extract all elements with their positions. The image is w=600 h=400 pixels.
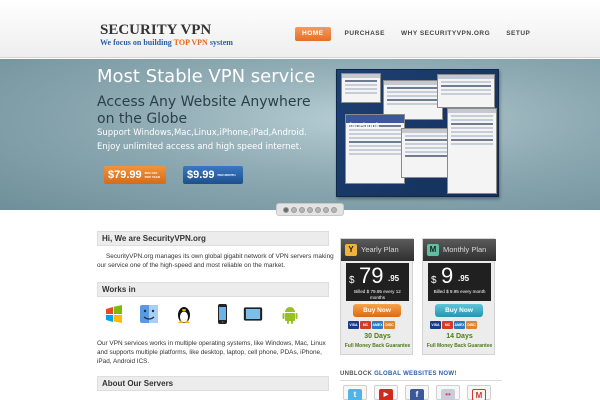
- mastercard-icon: MC: [360, 321, 371, 329]
- slide-dot[interactable]: [331, 206, 337, 213]
- monthly-price-button[interactable]: $9.99 PER MONTH: [183, 166, 243, 184]
- guarantee-days: 14 Days: [446, 333, 473, 340]
- linux-tux-icon: [178, 307, 190, 323]
- slide-dot[interactable]: [307, 206, 313, 213]
- screenshot-window: [341, 73, 381, 103]
- visa-icon: VISA: [348, 321, 359, 329]
- plan-price: 79: [359, 263, 384, 288]
- guarantee-text: Full Money Back Guarantee: [344, 343, 411, 349]
- youtube-icon[interactable]: ▶: [374, 385, 398, 400]
- guarantee-days: 30 Days: [364, 333, 391, 340]
- slide-dot[interactable]: [299, 206, 305, 213]
- plan-name: Monthly Plan: [443, 245, 487, 254]
- about-text: SecurityVPN.org manages its own global g…: [97, 253, 334, 269]
- slider-pagination: [276, 203, 344, 216]
- yearly-price-note: 80% OFF PER YEAR: [144, 171, 160, 179]
- os-icon-row: [104, 303, 304, 333]
- buy-now-button[interactable]: Buy Now: [435, 304, 483, 317]
- plan-badge: Y: [345, 244, 357, 256]
- yearly-price-button[interactable]: $79.99 80% OFF PER YEAR: [104, 166, 166, 184]
- hero-subtitle: Access Any Website Anywhere on the Globe: [97, 94, 311, 127]
- page: SECURITY VPN We focus on building TOP VP…: [0, 0, 600, 400]
- hero-banner: Most Stable VPN service Access Any Websi…: [0, 59, 600, 210]
- nav-setup[interactable]: SETUP: [498, 27, 538, 41]
- slide-dot[interactable]: [323, 206, 329, 213]
- slide-dot[interactable]: [291, 206, 297, 213]
- divider: [340, 380, 502, 381]
- discover-icon: DISC: [384, 321, 395, 329]
- flickr-icon[interactable]: ••: [436, 385, 460, 400]
- site-header: SECURITY VPN We focus on building TOP VP…: [0, 0, 600, 58]
- mastercard-icon: MC: [442, 321, 453, 329]
- yearly-plan-card: Y Yearly Plan $ 79 .95 Billed $ 79.95 ev…: [340, 238, 414, 355]
- plan-price-box: $ 79 .95 Billed $ 79.95 every 12 months …: [346, 263, 409, 306]
- unblock-heading: UNBLOCK GLOBAL WEBSITES NOW!: [340, 371, 457, 377]
- plan-name: Yearly Plan: [361, 245, 399, 254]
- nav-home[interactable]: HOME: [295, 27, 331, 41]
- mac-finder-icon: [140, 305, 158, 323]
- logo-title: SECURITY VPN: [100, 22, 212, 38]
- screenshot-window: [437, 74, 495, 108]
- windows-icon: [106, 305, 122, 323]
- logo-tagline: We focus on building TOP VPN system: [100, 38, 233, 47]
- monthly-price-note: PER MONTH: [217, 173, 236, 177]
- browser-screenshot-image: facebook: [336, 69, 499, 197]
- amex-icon: AMEX: [372, 321, 383, 329]
- discover-icon: DISC: [466, 321, 477, 329]
- visa-icon: VISA: [430, 321, 441, 329]
- plan-header: Y Yearly Plan: [341, 239, 414, 261]
- works-text: Our VPN services works in multiple opera…: [97, 340, 326, 365]
- android-icon: [282, 307, 298, 324]
- guarantee-text: Full Money Back Guarantee: [426, 343, 493, 349]
- nav-purchase[interactable]: PURCHASE: [337, 27, 393, 41]
- gmail-icon[interactable]: M: [467, 385, 491, 400]
- plan-price-box: $ 9 .95 Billed $ 9.95 every month: [428, 263, 491, 301]
- slide-dot[interactable]: [283, 206, 289, 213]
- amex-icon: AMEX: [454, 321, 465, 329]
- site-logo[interactable]: SECURITY VPN We focus on building TOP VP…: [100, 22, 233, 48]
- monthly-plan-card: M Monthly Plan $ 9 .95 Billed $ 9.95 eve…: [422, 238, 496, 355]
- works-heading: Works in: [97, 282, 329, 297]
- buy-now-button[interactable]: Buy Now: [353, 304, 401, 317]
- hero-title: Most Stable VPN service: [97, 66, 316, 87]
- plan-badge: M: [427, 244, 439, 256]
- nav-why[interactable]: WHY SECURITYVPN.ORG: [393, 27, 498, 41]
- about-heading: Hi, We are SecurityVPN.org: [97, 231, 329, 246]
- facebook-icon[interactable]: f: [405, 385, 429, 400]
- servers-heading: About Our Servers: [97, 376, 329, 391]
- hero-platforms: Support Windows,Mac,Linux,iPhone,iPad,An…: [97, 128, 307, 138]
- screenshot-window-facebook: facebook: [345, 114, 405, 184]
- main-nav: HOME PURCHASE WHY SECURITYVPN.ORG SETUP: [295, 27, 538, 41]
- payment-cards: VISA MC AMEX DISC: [348, 321, 408, 330]
- screenshot-window: [447, 108, 497, 194]
- twitter-icon[interactable]: t: [343, 385, 367, 400]
- iphone-icon: [218, 304, 227, 324]
- plan-billing: Billed $ 9.95 every month: [433, 289, 486, 294]
- ipad-icon: [243, 307, 263, 321]
- payment-cards: VISA MC AMEX DISC: [430, 321, 490, 330]
- slide-dot[interactable]: [315, 206, 321, 213]
- hero-tagline: Enjoy unlimited access and high speed in…: [97, 142, 302, 152]
- plan-price: 9: [441, 263, 454, 288]
- plan-header: M Monthly Plan: [423, 239, 496, 261]
